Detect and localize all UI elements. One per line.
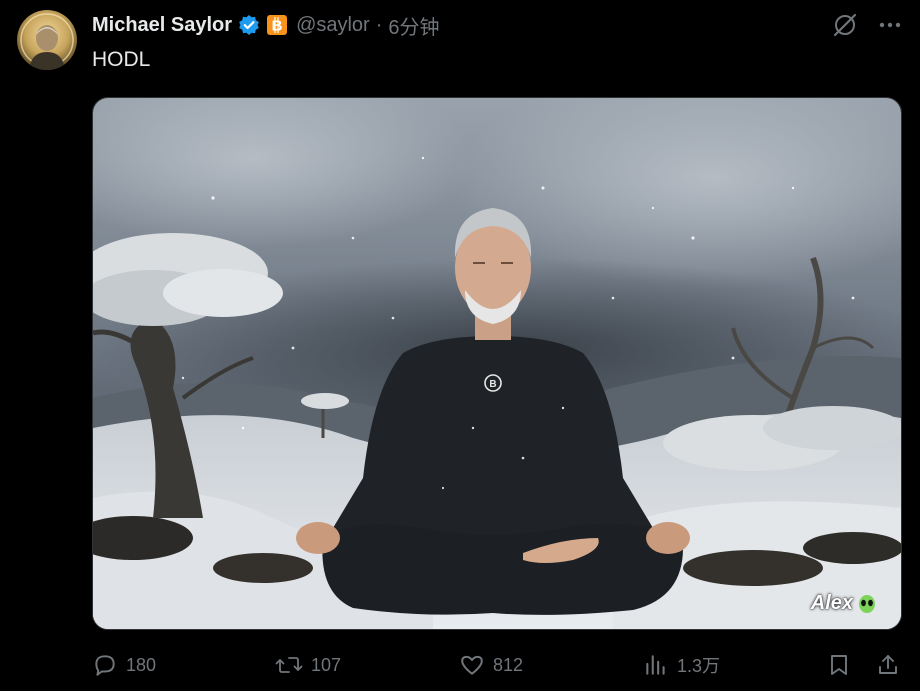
svg-text:B: B: [489, 379, 496, 390]
share-button[interactable]: [876, 647, 900, 683]
author-handle[interactable]: @saylor: [296, 14, 370, 37]
tweet-actions: 180 107 812 1.3万: [92, 647, 900, 683]
retweet-icon: [275, 657, 303, 673]
separator-dot: ·: [375, 13, 383, 36]
analytics-icon: [646, 655, 665, 675]
svg-text:B: B: [272, 18, 283, 35]
reply-icon: [95, 655, 115, 676]
views-button[interactable]: 1.3万: [643, 647, 720, 683]
view-count: 1.3万: [677, 656, 721, 676]
tweet-media-image[interactable]: B Alex: [92, 97, 902, 630]
tweet-header: Michael Saylor B @saylor · 6分钟: [92, 10, 440, 40]
like-button[interactable]: 812: [459, 647, 523, 683]
watermark-text: Alex: [810, 592, 853, 614]
tweet-text: HODL: [92, 48, 151, 71]
grok-icon[interactable]: [832, 12, 858, 43]
author-name[interactable]: Michael Saylor: [92, 14, 232, 37]
top-actions: [832, 12, 902, 43]
bitcoin-affiliate-badge-icon[interactable]: B: [266, 14, 288, 36]
share-icon: [879, 655, 897, 674]
verified-badge-icon: [238, 14, 260, 36]
bookmark-icon: [831, 655, 847, 675]
alien-icon: [857, 594, 877, 614]
retweet-count: 107: [311, 654, 342, 675]
reply-button[interactable]: 180: [92, 647, 156, 683]
like-count: 812: [493, 654, 524, 675]
reply-count: 180: [126, 654, 157, 675]
avatar[interactable]: [17, 10, 77, 70]
heart-icon: [461, 655, 483, 675]
bookmark-button[interactable]: [827, 647, 851, 683]
media-watermark: Alex: [811, 592, 877, 615]
retweet-button[interactable]: 107: [275, 647, 341, 683]
timestamp[interactable]: 6分钟: [388, 11, 439, 40]
more-options-icon[interactable]: [878, 13, 902, 42]
